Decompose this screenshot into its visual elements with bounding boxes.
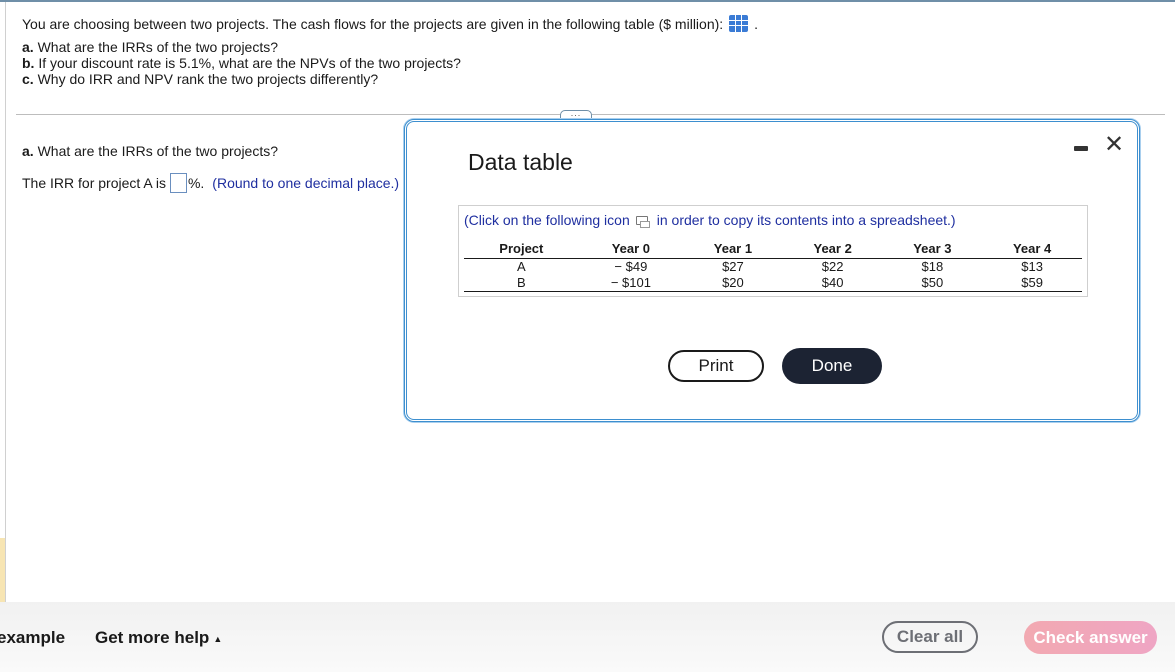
get-more-help-button[interactable]: Get more help ▲ [95, 628, 222, 648]
top-border [0, 0, 1175, 2]
irr-a-input[interactable] [169, 173, 187, 193]
intro-period: . [754, 15, 759, 32]
header-cell: Year 0 [578, 240, 684, 259]
print-button[interactable]: Print [668, 350, 764, 382]
copy-instructions: (Click on the following icon in order to… [464, 212, 956, 228]
table-cell: A [517, 258, 526, 274]
help-label: Get more help [95, 628, 210, 647]
copy-to-spreadsheet-icon[interactable] [635, 215, 650, 228]
left-border [5, 2, 6, 602]
table-cell: $50 [882, 274, 983, 292]
table-cell: − $101 [578, 274, 684, 292]
header-cell: Year 3 [882, 240, 983, 259]
header-cell: Year 2 [782, 240, 883, 259]
question-block: You are choosing between two projects. T… [22, 15, 758, 87]
page: You are choosing between two projects. T… [0, 0, 1175, 672]
dialog-title: Data table [468, 149, 573, 175]
part-text: What are the IRRs of the two projects? [33, 39, 279, 55]
table-cell: $22 [821, 258, 844, 274]
question-part-b: b. If your discount rate is 5.1%, what a… [22, 55, 758, 71]
answer-part-heading: a. What are the IRRs of the two projects… [22, 143, 278, 159]
part-text: Why do IRR and NPV rank the two projects… [33, 71, 379, 87]
part-label: c. [22, 71, 34, 87]
table-grid-icon[interactable] [729, 15, 749, 32]
done-button[interactable]: Done [782, 348, 882, 384]
part-label: b. [22, 55, 35, 71]
table-cell: $27 [722, 258, 744, 274]
question-intro-text: You are choosing between two projects. T… [22, 15, 724, 32]
table-cell: − $49 [614, 258, 648, 274]
header-cell: Year 1 [683, 240, 783, 259]
table-cell: $40 [782, 274, 883, 292]
percent-suffix: %. [187, 175, 205, 191]
cash-flow-table-container: (Click on the following icon in order to… [458, 205, 1088, 297]
answer-line: The IRR for project A is %. (Round to on… [22, 173, 399, 193]
footer-bar: example Get more help ▲ Clear all Check a… [0, 602, 1175, 672]
question-intro: You are choosing between two projects. T… [22, 15, 758, 32]
question-part-a: a. What are the IRRs of the two projects… [22, 39, 758, 55]
table-row: A − $49 $27 $22 $18 $13 [464, 258, 1082, 275]
table-row: B − $101 $20 $40 $50 $59 [464, 274, 1082, 292]
question-part-c: c. Why do IRR and NPV rank the two proje… [22, 71, 758, 87]
copy-note-suffix: in order to copy its contents into a spr… [656, 212, 956, 228]
caret-up-icon: ▲ [213, 633, 223, 644]
table-cell: $20 [683, 274, 783, 292]
table-header-row: Project Year 0 Year 1 Year 2 Year 3 Year… [464, 240, 1082, 259]
check-answer-button[interactable]: Check answer [1024, 621, 1157, 654]
left-accent-bar [0, 538, 5, 602]
resize-handle[interactable]: ... [560, 109, 592, 119]
header-cell: Year 4 [982, 240, 1082, 259]
view-example-link[interactable]: example [0, 628, 65, 648]
cash-flow-table: Project Year 0 Year 1 Year 2 Year 3 Year… [464, 240, 1082, 292]
rounding-hint: (Round to one decimal place.) [212, 175, 400, 191]
part-label: a. [22, 39, 34, 55]
clear-all-button[interactable]: Clear all [882, 621, 978, 653]
answer-prompt: The IRR for project A is [22, 175, 166, 191]
copy-note-prefix: (Click on the following icon [464, 212, 630, 228]
header-cell: Project [464, 240, 579, 259]
minimize-icon[interactable] [1074, 146, 1088, 151]
table-cell: $59 [982, 274, 1082, 292]
table-cell: $18 [921, 258, 944, 274]
part-text: If your discount rate is 5.1%, what are … [34, 55, 461, 71]
table-cell: $13 [1021, 258, 1043, 274]
part-text: What are the IRRs of the two projects? [33, 143, 279, 159]
part-label: a. [22, 143, 34, 159]
data-table-dialog: Data table ✕ (Click on the following ico… [404, 119, 1140, 422]
close-icon[interactable]: ✕ [1103, 133, 1125, 157]
table-cell: B [464, 274, 579, 292]
